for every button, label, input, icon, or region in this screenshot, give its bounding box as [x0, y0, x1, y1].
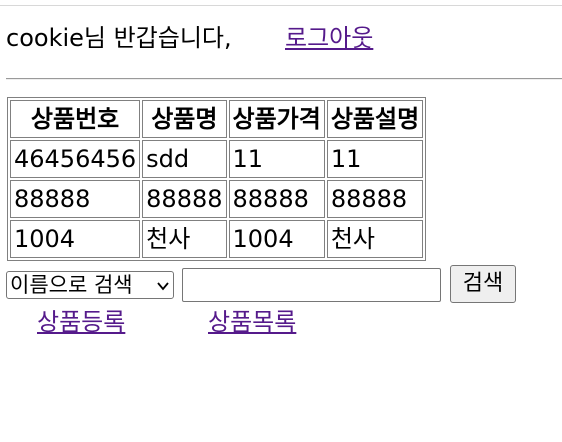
table-header-row: 상품번호 상품명 상품가격 상품설명 — [10, 100, 424, 138]
horizontal-rule — [6, 78, 562, 80]
column-header-product-name: 상품명 — [142, 100, 227, 138]
table-row: 88888 88888 88888 88888 — [10, 180, 424, 218]
search-button[interactable]: 검색 — [450, 265, 516, 303]
search-input[interactable] — [182, 268, 441, 302]
logout-link[interactable]: 로그아웃 — [285, 22, 373, 54]
top-divider — [0, 5, 562, 6]
cell-product-description: 천사 — [326, 220, 424, 258]
cell-product-name: 88888 — [142, 180, 227, 218]
cell-product-price: 88888 — [228, 180, 325, 218]
cell-product-price: 11 — [228, 140, 325, 178]
product-list-link[interactable]: 상품목록 — [208, 306, 296, 338]
cell-product-price: 1004 — [228, 220, 325, 258]
table-row: 1004 천사 1004 천사 — [10, 220, 424, 258]
cell-product-name: sdd — [142, 140, 227, 178]
column-header-product-price: 상품가격 — [228, 100, 325, 138]
cell-product-number: 46456456 — [10, 140, 141, 178]
product-table: 상품번호 상품명 상품가격 상품설명 46456456 sdd 11 11 88… — [7, 97, 427, 261]
cell-product-number: 1004 — [10, 220, 141, 258]
column-header-product-description: 상품설명 — [326, 100, 424, 138]
cell-product-description: 88888 — [326, 180, 424, 218]
column-header-product-number: 상품번호 — [10, 100, 141, 138]
search-type-select[interactable]: 이름으로 검색 — [6, 271, 174, 299]
chevron-down-icon — [157, 282, 169, 291]
table-row: 46456456 sdd 11 11 — [10, 140, 424, 178]
cell-product-number: 88888 — [10, 180, 141, 218]
product-register-link[interactable]: 상품등록 — [37, 306, 125, 338]
greeting-text: cookie님 반갑습니다, — [6, 24, 232, 52]
cell-product-description: 11 — [326, 140, 424, 178]
search-type-selected-value: 이름으로 검색 — [10, 273, 133, 297]
cell-product-name: 천사 — [142, 220, 227, 258]
greeting: cookie님 반갑습니다, — [6, 22, 232, 54]
